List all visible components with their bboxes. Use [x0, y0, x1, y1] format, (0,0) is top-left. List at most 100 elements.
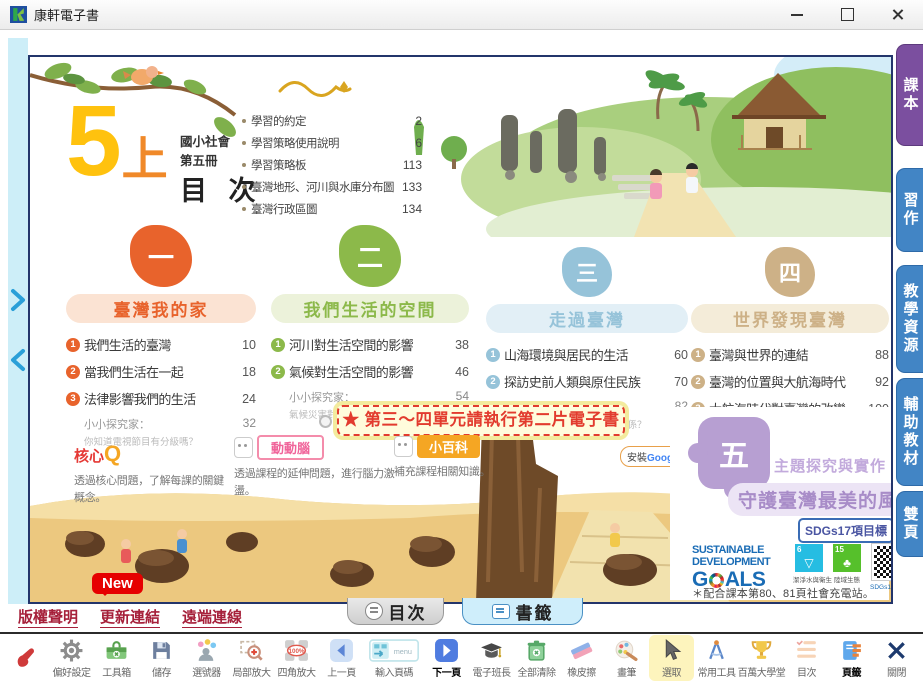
lesson-row[interactable]: 2 臺灣的位置與大航海時代 92 [691, 372, 889, 391]
bottom-toolbar: 偏好設定 工具箱 儲存 選號器 局部放大 100% [0, 632, 923, 682]
toolbar-button[interactable]: 儲存 [139, 635, 184, 681]
bookmark-tab-icon [492, 604, 510, 619]
side-tab[interactable]: 教學資源 [896, 265, 923, 373]
titlebar: 康軒電子書 [0, 0, 923, 30]
lesson-row[interactable]: 1 山海環境與居民的生活 60 [486, 345, 688, 364]
unit-title[interactable]: 世界發現臺灣 [691, 304, 889, 333]
bullet-icon [242, 141, 246, 145]
lesson-number-icon: 2 [271, 365, 285, 379]
next-arrow-button[interactable] [9, 288, 27, 312]
page-number: 133 [400, 180, 422, 194]
footer-link[interactable]: 版權聲明 [18, 606, 78, 628]
sdg-qr: SDGs17項目標 [870, 544, 893, 591]
common-tools-icon [704, 637, 729, 663]
page-number: 10 [234, 338, 256, 352]
landscape-illustration [406, 57, 891, 237]
toolbar-button[interactable]: 下一頁 [424, 635, 469, 681]
svg-text:100%: 100% [289, 647, 305, 654]
qr-code-icon [872, 544, 893, 580]
toolbar-button[interactable]: 工具箱 [94, 635, 139, 681]
bookmark-bottom-tab[interactable]: 書籤 [462, 598, 583, 625]
quiz-icon [749, 637, 774, 663]
save-icon [149, 637, 174, 663]
front-matter-item[interactable]: 學習的約定 2 [242, 113, 422, 129]
eraser-icon [569, 637, 594, 663]
lesson-number-icon: 1 [271, 338, 285, 352]
lesson-row[interactable]: 2 氣候對生活空間的影響 46 [271, 362, 469, 381]
lesson-row[interactable]: 3 法律影響我們的生活 24 [66, 389, 256, 408]
side-tab[interactable]: 輔助教材 [896, 378, 923, 486]
page-number: 2 [400, 114, 422, 128]
toolbar-button[interactable]: 目次 [784, 635, 829, 681]
toolbar-button[interactable]: menu 輸入頁碼 [364, 635, 424, 681]
sdgs-button[interactable]: SDGs17項目標 [798, 518, 893, 543]
next-page-icon [434, 637, 459, 663]
page-number: 32 [234, 416, 256, 432]
toolbar-button[interactable]: 選取 [649, 635, 694, 681]
lesson-row[interactable]: 2 探訪史前人類與原住民族 70 [486, 372, 688, 391]
page-number: 88 [867, 348, 889, 362]
lesson-row[interactable]: 2 當我們生活在一起 18 [66, 362, 256, 381]
page-number: 38 [447, 338, 469, 352]
unit-title[interactable]: 我們生活的空間 [271, 294, 469, 323]
close-app-icon [884, 637, 909, 663]
toolbar-button[interactable]: 電子班長 [469, 635, 514, 681]
sdg-goal-icons: 6▽ 潔淨水與衛生 15♣ 陸域生態 [793, 544, 863, 584]
toolbar-button[interactable]: 100% 四角放大 [274, 635, 319, 681]
gear-icon [59, 637, 84, 663]
front-matter-item[interactable]: 臺灣地形、河川與水庫分布圖 133 [242, 179, 422, 195]
toolbar-button[interactable]: 常用工具 [694, 635, 739, 681]
window-title: 康軒電子書 [34, 5, 99, 24]
bookmark-pages-icon [839, 637, 864, 663]
page-number: 18 [234, 365, 256, 379]
minimize-button[interactable] [789, 7, 805, 23]
bullet-icon [242, 185, 246, 189]
grade-number: 5上 [66, 91, 168, 191]
footer-link[interactable]: 遠端連線 [182, 606, 242, 628]
clear-all-icon [524, 637, 549, 663]
close-button[interactable] [889, 7, 905, 23]
page-number: 24 [234, 392, 256, 406]
prev-arrow-button[interactable] [9, 348, 27, 372]
toolbar-button[interactable]: 關閉 [874, 635, 919, 681]
unit5-puzzle-badge: 五 [698, 417, 770, 489]
page-number: 134 [400, 202, 422, 216]
svg-text:menu: menu [394, 647, 412, 656]
lesson-row[interactable]: 1 我們生活的臺灣 10 [66, 335, 256, 354]
lesson-number-icon: 2 [486, 375, 500, 389]
side-tab[interactable]: 雙頁 [896, 491, 923, 557]
side-tab[interactable]: 課本 [896, 44, 923, 146]
toolbar-button[interactable]: 局部放大 [229, 635, 274, 681]
side-tabs: 課本 習作 教學資源 輔助教材 雙頁 [893, 44, 923, 557]
prev-page-icon [329, 637, 354, 663]
lesson-row[interactable]: 1 臺灣與世界的連結 88 [691, 345, 889, 364]
number-picker-icon [194, 637, 219, 663]
brush-icon [614, 637, 639, 663]
maximize-button[interactable] [839, 7, 855, 23]
unit-title[interactable]: 走過臺灣 [486, 304, 688, 333]
toolbar-button[interactable]: 畫筆 [604, 635, 649, 681]
toolbar-button[interactable]: 選號器 [184, 635, 229, 681]
unit-title[interactable]: 臺灣我的家 [66, 294, 256, 323]
page-number: 113 [400, 158, 422, 172]
bullet-icon [242, 163, 246, 167]
footer-link[interactable]: 更新連結 [100, 606, 160, 628]
sdg-goal-tile: 15♣ 陸域生態 [831, 544, 863, 584]
toolbar-button[interactable] [4, 643, 49, 674]
unit-number-badge: 四 [765, 247, 815, 297]
toolbar-button[interactable]: 偏好設定 [49, 635, 94, 681]
toolbar-button[interactable]: 頁籤 [829, 635, 874, 681]
toolbar-button[interactable]: 上一頁 [319, 635, 364, 681]
subject-block: 國小社會第五冊 [180, 133, 230, 172]
unit-number-badge: 二 [339, 225, 401, 287]
select-cursor-icon [659, 637, 684, 663]
side-tab[interactable]: 習作 [896, 168, 923, 252]
front-matter-item[interactable]: 學習策略板 113 [242, 157, 422, 173]
toc-bottom-tab[interactable]: 目次 [347, 598, 444, 625]
front-matter-item[interactable]: 學習策略使用說明 6 [242, 135, 422, 151]
toolbar-button[interactable]: 全部清除 [514, 635, 559, 681]
page-input-icon: menu [369, 637, 419, 663]
lesson-row[interactable]: 1 河川對生活空間的影響 38 [271, 335, 469, 354]
toolbar-button[interactable]: 橡皮擦 [559, 635, 604, 681]
toolbar-button[interactable]: 百萬大學堂 [739, 635, 784, 681]
